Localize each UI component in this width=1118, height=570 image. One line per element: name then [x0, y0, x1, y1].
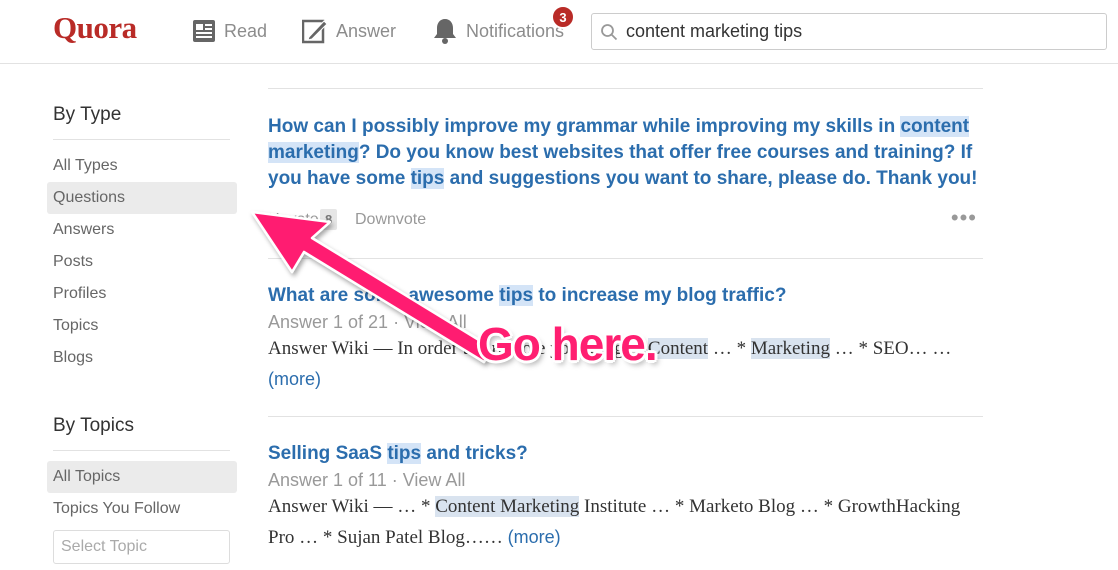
snippet-text: Answer Wiki — In order to promote your b… [268, 338, 648, 359]
nav-read-label: Read [224, 20, 268, 41]
divider [268, 416, 983, 417]
nav-answer-label: Answer [336, 20, 397, 41]
view-all-link[interactable]: View All [403, 470, 466, 490]
snippet-highlight: Marketing [750, 338, 830, 359]
title-highlight: marketing [268, 142, 359, 163]
title-text: to increase my blog traffic? [533, 285, 787, 306]
top-header: Quora Read Answer Notifications 3 [0, 0, 1118, 64]
type-filter-answers[interactable]: Answers [47, 214, 237, 246]
title-highlight: tips [387, 443, 422, 464]
separator: · [393, 312, 400, 332]
divider [268, 258, 983, 259]
snippet-highlight: Content [647, 338, 709, 359]
title-highlight: content [900, 116, 970, 137]
title-text: and tricks? [421, 443, 528, 464]
result-title[interactable]: How can I possibly improve my grammar wh… [268, 114, 983, 192]
notification-badge: 3 [551, 5, 575, 29]
search-input[interactable] [626, 21, 1086, 42]
topic-filter-topics-you-follow[interactable]: Topics You Follow [47, 493, 237, 525]
nav-notifications-label: Notifications [466, 20, 565, 41]
answer-snippet: Answer Wiki — … * Content Marketing Inst… [268, 492, 968, 553]
by-type-heading: By Type [53, 104, 122, 125]
divider [53, 139, 230, 140]
nav-notifications[interactable]: Notifications [432, 16, 564, 46]
answer-snippet: Answer Wiki — In order to promote your b… [268, 334, 968, 395]
answer-meta: Answer 1 of 21 · View All [268, 312, 467, 333]
snippet-text: Answer Wiki — … * [268, 496, 436, 517]
type-filter-questions[interactable]: Questions [47, 182, 237, 214]
view-all-link[interactable]: View All [404, 312, 467, 332]
select-topic-input[interactable] [53, 530, 230, 564]
type-filter-posts[interactable]: Posts [47, 246, 237, 278]
answer-meta: Answer 1 of 11 · View All [268, 470, 465, 491]
title-text: What are some awesome [268, 285, 500, 306]
search-box[interactable] [591, 13, 1107, 50]
divider [53, 450, 230, 451]
more-options-icon[interactable]: ••• [951, 207, 977, 229]
answer-count: Answer 1 of 21 [268, 312, 389, 332]
type-filter-blogs[interactable]: Blogs [47, 342, 237, 374]
snippet-text: … * SEO… … [829, 338, 952, 359]
type-filter-topics[interactable]: Topics [47, 310, 237, 342]
title-highlight: tips [410, 168, 445, 189]
type-filter-profiles[interactable]: Profiles [47, 278, 237, 310]
more-link[interactable]: (more) [268, 369, 321, 389]
title-highlight: tips [499, 285, 534, 306]
title-text: Selling SaaS [268, 443, 388, 464]
upvote-button[interactable]: Upvote [268, 211, 319, 229]
result-title[interactable]: What are some awesome tips to increase m… [268, 283, 983, 309]
type-filter-all-types[interactable]: All Types [47, 150, 237, 182]
pencil-icon [302, 19, 328, 44]
search-icon [601, 23, 618, 40]
separator: · [391, 470, 398, 490]
result-title[interactable]: Selling SaaS tips and tricks? [268, 441, 983, 467]
divider [268, 88, 983, 89]
topic-filter-all-topics[interactable]: All Topics [47, 461, 237, 493]
by-topics-heading: By Topics [53, 415, 134, 436]
snippet-text: … * [708, 338, 751, 359]
more-link[interactable]: (more) [508, 527, 561, 547]
upvote-count: 8 [320, 209, 338, 230]
answer-count: Answer 1 of 11 [268, 470, 387, 490]
title-text: and suggestions you want to share, pleas… [444, 168, 978, 189]
answer-actions: Upvote 8 Downvote ••• [268, 207, 983, 231]
downvote-button[interactable]: Downvote [355, 211, 426, 229]
snippet-highlight: Content Marketing [435, 496, 580, 517]
quora-logo[interactable]: Quora [53, 10, 137, 46]
nav-answer[interactable]: Answer [302, 16, 396, 46]
nav-read[interactable]: Read [192, 16, 267, 46]
title-text: How can I possibly improve my grammar wh… [268, 116, 901, 137]
bell-icon [434, 19, 456, 44]
read-icon [193, 20, 215, 42]
